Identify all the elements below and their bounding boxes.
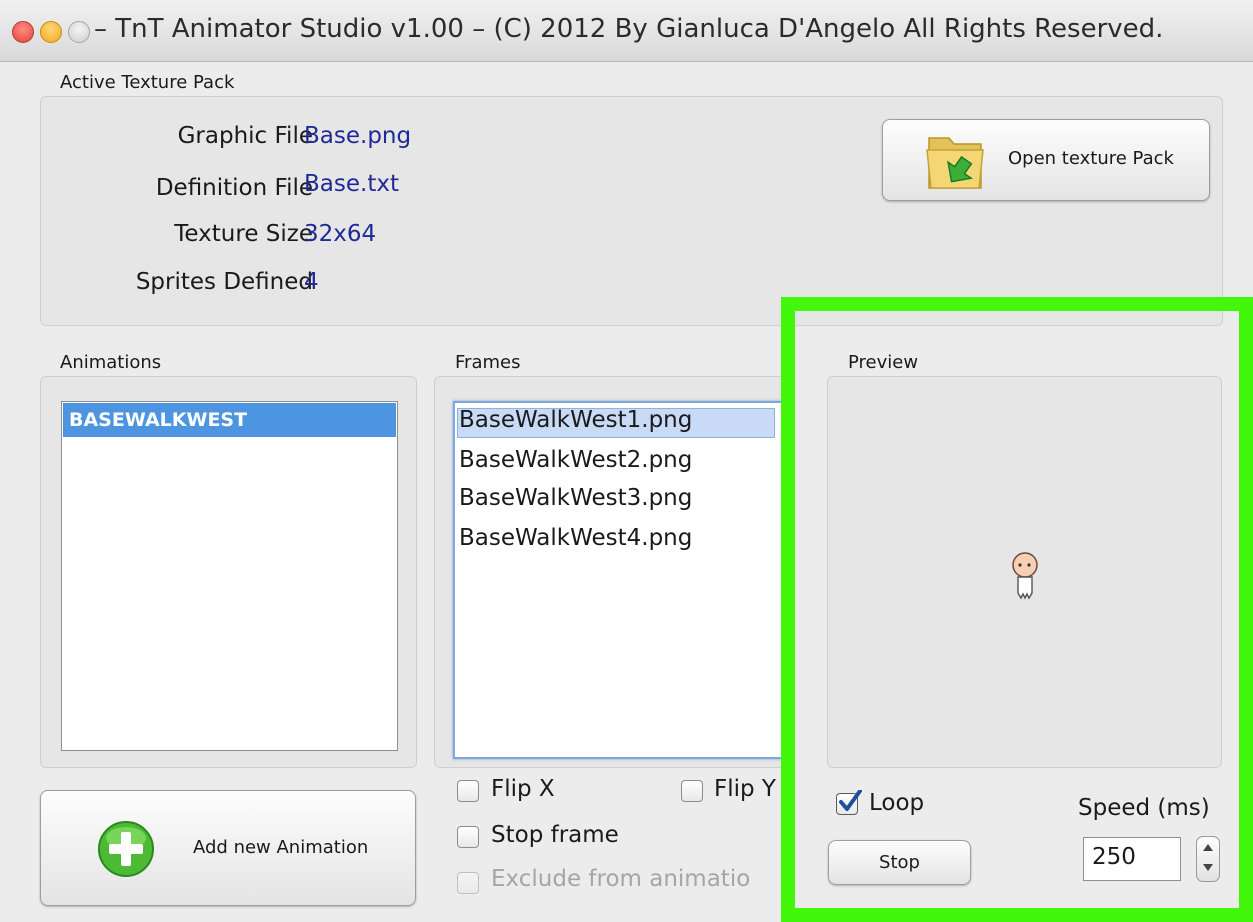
preview-highlight-frame bbox=[781, 297, 1253, 922]
texture-size-value: 32x64 bbox=[304, 221, 377, 247]
flip-x-label: Flip X bbox=[491, 776, 555, 802]
stop-frame-checkbox[interactable] bbox=[457, 826, 479, 848]
definition-file-value: Base.txt bbox=[304, 171, 399, 197]
window-title: – TnT Animator Studio v1.00 – (C) 2012 B… bbox=[94, 14, 1164, 44]
sprites-defined-value: 4 bbox=[304, 269, 319, 295]
stop-frame-label: Stop frame bbox=[491, 822, 619, 848]
frame-list-item[interactable]: BaseWalkWest4.png bbox=[459, 525, 692, 551]
title-bar: – TnT Animator Studio v1.00 – (C) 2012 B… bbox=[0, 0, 1253, 62]
open-texture-pack-button[interactable]: Open texture Pack bbox=[882, 119, 1210, 201]
flip-y-checkbox[interactable] bbox=[681, 780, 703, 802]
animations-group-label: Animations bbox=[60, 352, 162, 373]
frames-list[interactable]: BaseWalkWest1.png BaseWalkWest2.png Base… bbox=[453, 401, 783, 759]
definition-file-label: Definition File bbox=[155, 175, 313, 201]
add-icon bbox=[98, 821, 154, 877]
sprites-defined-label: Sprites Defined bbox=[135, 269, 313, 295]
animations-group: BASEWALKWEST bbox=[40, 376, 417, 768]
texture-size-label: Texture Size bbox=[174, 221, 313, 247]
zoom-window-button[interactable] bbox=[68, 21, 90, 43]
animations-list[interactable]: BASEWALKWEST bbox=[61, 401, 398, 751]
animation-list-item[interactable]: BASEWALKWEST bbox=[63, 403, 396, 437]
graphic-file-value: Base.png bbox=[304, 123, 412, 149]
exclude-from-animation-checkbox[interactable] bbox=[457, 872, 479, 894]
frame-list-item[interactable]: BaseWalkWest1.png bbox=[459, 407, 692, 433]
graphic-file-label: Graphic File bbox=[177, 123, 313, 149]
exclude-from-animation-label: Exclude from animatio bbox=[491, 866, 751, 892]
texture-pack-group-label: Active Texture Pack bbox=[60, 72, 235, 93]
frame-list-item[interactable]: BaseWalkWest2.png bbox=[459, 447, 692, 473]
minimize-window-button[interactable] bbox=[40, 21, 62, 43]
open-texture-pack-label: Open texture Pack bbox=[1008, 148, 1174, 169]
flip-y-label: Flip Y bbox=[714, 776, 776, 802]
frames-group-label: Frames bbox=[455, 352, 521, 373]
flip-x-checkbox[interactable] bbox=[457, 780, 479, 802]
close-window-button[interactable] bbox=[12, 21, 34, 43]
folder-icon bbox=[926, 137, 984, 189]
add-new-animation-label: Add new Animation bbox=[193, 837, 369, 858]
frames-group: BaseWalkWest1.png BaseWalkWest2.png Base… bbox=[434, 376, 794, 768]
add-new-animation-button[interactable]: Add new Animation bbox=[40, 790, 416, 906]
texture-pack-group: Graphic File Base.png Definition File Ba… bbox=[40, 96, 1223, 326]
frame-list-item[interactable]: BaseWalkWest3.png bbox=[459, 485, 692, 511]
